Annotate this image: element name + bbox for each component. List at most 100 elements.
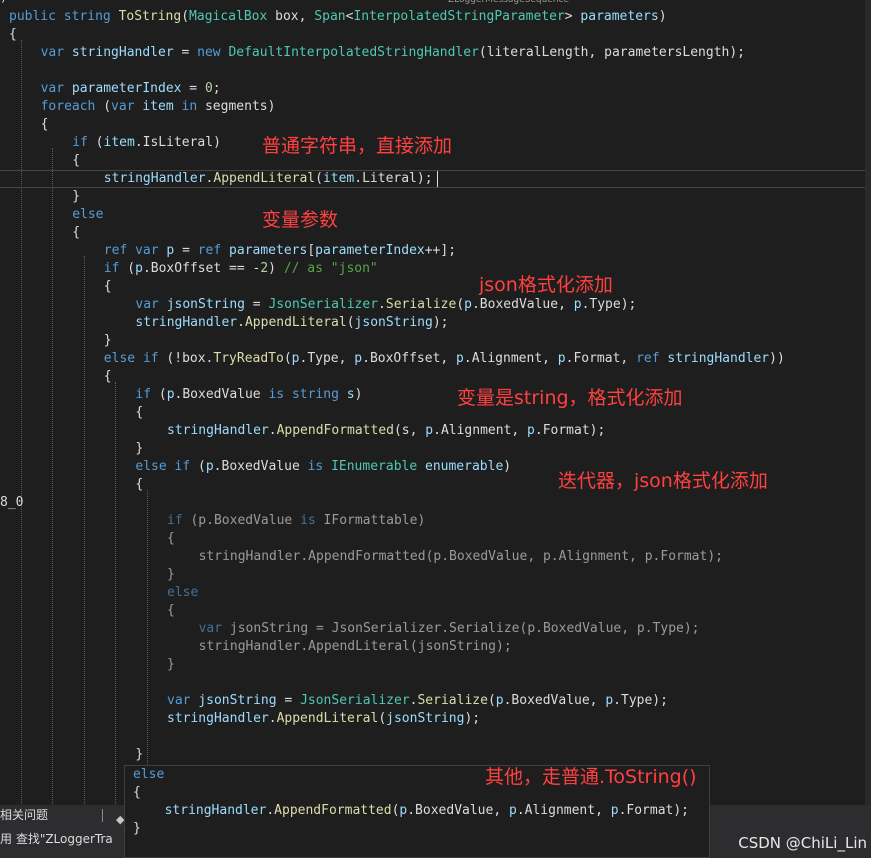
code-line[interactable]: else: [72, 206, 103, 224]
code-token: .BoxedValue,: [407, 803, 509, 818]
code-token: .BoxOffset,: [362, 351, 457, 366]
code-line[interactable]: }: [135, 440, 143, 458]
code-line[interactable]: if (p.BoxedValue is IFormattable): [167, 512, 425, 530]
code-token: if: [135, 387, 152, 402]
code-line[interactable]: stringHandler.AppendLiteral(jsonString);: [167, 710, 480, 728]
code-token: stringHandler: [167, 423, 269, 438]
code-token: {: [9, 27, 17, 42]
code-token: p: [425, 423, 434, 438]
code-token: if: [103, 261, 120, 276]
code-line[interactable]: {: [72, 152, 80, 170]
code-line[interactable]: {: [135, 404, 143, 422]
code-line[interactable]: stringHandler.AppendFormatted(p.BoxedVal…: [199, 548, 723, 566]
document-tab-fragment[interactable]: ZLoggerMessageSequence: [448, 0, 658, 6]
code-token: p: [610, 803, 619, 818]
code-token: IFormattable): [315, 513, 426, 528]
code-token: }: [167, 567, 175, 582]
code-token: item: [142, 99, 174, 114]
code-line[interactable]: }: [167, 566, 175, 584]
code-token: =: [244, 297, 269, 312]
code-token: .Alignment,: [433, 423, 528, 438]
code-token: [: [307, 243, 316, 258]
code-token: // as "json": [283, 261, 378, 276]
code-line[interactable]: }: [104, 332, 112, 350]
code-token: TryReadTo: [213, 351, 284, 366]
indent-guide: [147, 490, 148, 765]
code-token: p: [508, 803, 517, 818]
code-editor[interactable]: ) ZLoggerMessageSequence public string T…: [0, 0, 871, 858]
indent-guide: [84, 256, 85, 858]
code-token: MagicalBox: [189, 9, 268, 24]
code-token: parameterIndex: [71, 81, 182, 96]
code-token: }: [133, 821, 141, 836]
code-line[interactable]: {: [41, 116, 49, 134]
code-token: jsonString = JsonSerializer.Serialize(p.…: [222, 621, 700, 636]
peek-line[interactable]: {: [133, 784, 141, 802]
code-line[interactable]: stringHandler.AppendLiteral(jsonString);: [199, 638, 512, 656]
code-line[interactable]: else if (p.BoxedValue is IEnumerable enu…: [135, 458, 511, 476]
code-line[interactable]: {: [104, 368, 112, 386]
peek-line[interactable]: else: [133, 766, 164, 784]
code-line[interactable]: {: [104, 278, 112, 296]
code-line[interactable]: stringHandler.AppendLiteral(jsonString);: [135, 314, 448, 332]
code-token: (: [346, 315, 355, 330]
code-token: AppendLiteral: [276, 711, 379, 726]
code-line[interactable]: }: [72, 188, 80, 206]
tab-separator: [102, 809, 103, 822]
vertical-scrollbar[interactable]: [865, 0, 871, 858]
tab-related-issues[interactable]: 相关问题: [0, 808, 48, 822]
code-line[interactable]: if (p.BoxOffset == -2) // as "json": [104, 260, 378, 278]
peek-line[interactable]: stringHandler.AppendFormatted(p.BoxedVal…: [165, 802, 689, 820]
code-line[interactable]: {: [167, 530, 175, 548]
code-line[interactable]: else: [167, 584, 198, 602]
code-token: ): [354, 387, 363, 402]
code-token: Span: [314, 9, 346, 24]
code-line[interactable]: var jsonString = JsonSerializer.Serializ…: [135, 296, 636, 314]
code-line[interactable]: {: [135, 476, 143, 494]
code-line[interactable]: {: [9, 26, 17, 44]
code-line[interactable]: foreach (var item in segments): [41, 98, 276, 116]
code-token: public: [9, 9, 56, 24]
code-line[interactable]: else if (!box.TryReadTo(p.Type, p.BoxOff…: [104, 350, 785, 368]
code-token: ;: [212, 81, 221, 96]
code-line[interactable]: var parameterIndex = 0;: [41, 80, 221, 98]
code-token: var: [40, 45, 65, 60]
code-token: var: [135, 243, 159, 258]
code-token: if: [167, 513, 183, 528]
previous-line-fragment: ): [0, 0, 7, 4]
code-token: {: [72, 153, 81, 168]
code-token: item: [322, 171, 355, 186]
code-token: stringHandler: [164, 803, 267, 818]
code-line[interactable]: var jsonString = JsonSerializer.Serializ…: [199, 620, 700, 638]
code-line[interactable]: public string ToString(MagicalBox box, S…: [9, 8, 667, 26]
code-line[interactable]: stringHandler.AppendFormatted(s, p.Align…: [167, 422, 605, 440]
code-token: var: [198, 621, 223, 636]
code-token: (literalLength, parametersLength);: [478, 45, 746, 60]
code-token: p: [557, 351, 566, 366]
code-line[interactable]: }: [135, 746, 143, 764]
peek-window[interactable]: else{stringHandler.AppendFormatted(p.Box…: [124, 765, 710, 858]
code-token: 2: [260, 261, 269, 276]
code-token: is: [307, 459, 324, 474]
code-token: =: [174, 243, 198, 258]
code-line[interactable]: {: [167, 602, 175, 620]
code-line[interactable]: var stringHandler = new DefaultInterpola…: [41, 44, 745, 62]
code-token: parameters: [229, 243, 308, 258]
code-line[interactable]: {: [72, 224, 80, 242]
code-token: jsonString: [166, 297, 245, 312]
code-token: {: [135, 477, 144, 492]
code-line[interactable]: ref var p = ref parameters[parameterInde…: [104, 242, 456, 260]
code-line[interactable]: stringHandler.AppendLiteral(item.Literal…: [104, 170, 433, 188]
code-line[interactable]: }: [167, 656, 175, 674]
code-line[interactable]: if (p.BoxedValue is string s): [135, 386, 362, 404]
code-token: {: [72, 225, 81, 240]
code-token: p: [291, 351, 300, 366]
code-line[interactable]: if (item.IsLiteral): [72, 134, 221, 152]
code-token: (: [315, 171, 323, 186]
code-token: foreach: [40, 99, 96, 114]
panel-tab-row: 相关问题 ◆: [0, 805, 124, 826]
peek-line[interactable]: }: [133, 820, 141, 838]
code-line[interactable]: var jsonString = JsonSerializer.Serializ…: [167, 692, 668, 710]
